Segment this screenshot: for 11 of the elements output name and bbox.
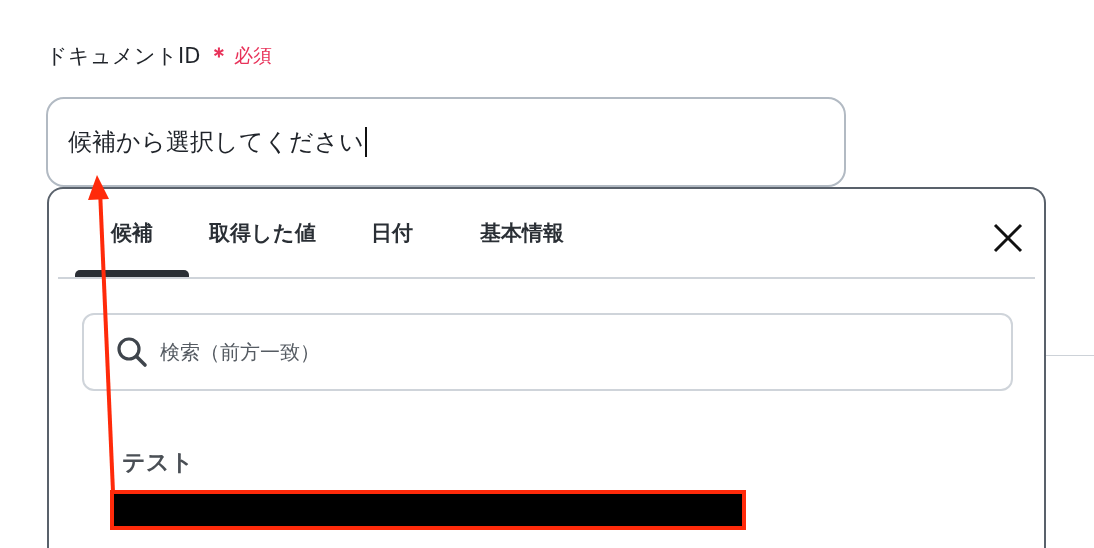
field-label: ドキュメントID xyxy=(46,43,201,70)
tab[interactable]: 取得した値 xyxy=(205,189,319,277)
tab[interactable]: 日付 xyxy=(335,189,449,277)
group-heading: テスト xyxy=(122,448,195,477)
document-id-field[interactable]: 候補から選択してください xyxy=(46,97,846,187)
required-text: 必須 xyxy=(234,43,273,68)
tab[interactable]: 基本情報 xyxy=(465,189,579,277)
search-icon xyxy=(116,336,148,368)
close-icon[interactable] xyxy=(991,221,1025,255)
search-field[interactable]: 検索（前方一致） xyxy=(82,313,1013,391)
required-mark: ＊ xyxy=(208,42,231,70)
